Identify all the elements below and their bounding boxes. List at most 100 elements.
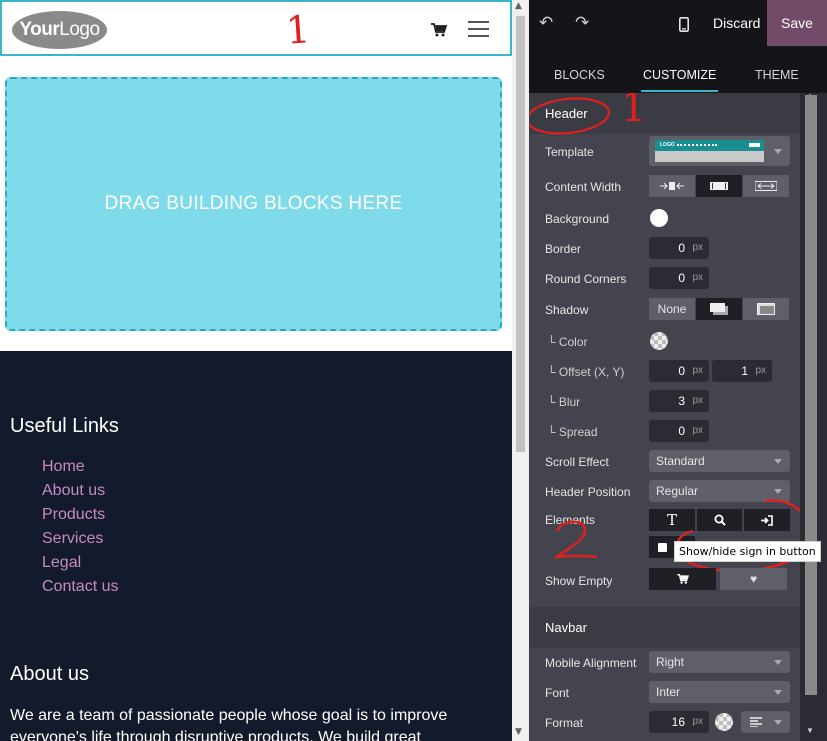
tab-theme[interactable]: THEME (755, 68, 799, 82)
annotation-circle (529, 97, 610, 135)
shadow-spread-input[interactable]: 0 px (649, 420, 709, 442)
customize-options: Header 1 Template LOGO Content Width Bac… (529, 93, 800, 741)
header-position-label: Header Position (545, 485, 631, 499)
show-empty-wishlist-button[interactable]: ♥ (720, 568, 787, 590)
width-full-button[interactable] (743, 175, 789, 197)
font-color-swatch[interactable] (715, 713, 733, 731)
font-label: Font (545, 686, 570, 700)
mobile-alignment-label: Mobile Alignment (545, 656, 637, 670)
shopping-cart-icon[interactable] (431, 23, 447, 37)
save-button[interactable]: Save (767, 0, 827, 46)
editor-tabs: BLOCKS CUSTOMIZE THEME (529, 46, 827, 93)
template-preview: LOGO (655, 140, 764, 162)
drop-zone[interactable]: DRAG BUILDING BLOCKS HERE (5, 77, 502, 331)
content-width-group (649, 175, 790, 197)
template-label: Template (545, 145, 594, 159)
width-small-button[interactable] (649, 175, 695, 197)
footer-link-legal[interactable]: Legal (42, 553, 118, 577)
align-left-icon (750, 717, 762, 727)
editor-topbar: ↶ ↷ Discard Save (529, 0, 827, 46)
width-regular-button[interactable] (696, 175, 742, 197)
tab-customize[interactable]: CUSTOMIZE (640, 68, 719, 92)
shadow-outset-icon (710, 303, 728, 315)
facebook-icon (658, 542, 667, 552)
footer-link-services[interactable]: Services (42, 529, 118, 553)
shadow-blur-input[interactable]: 3 px (649, 390, 709, 412)
footer-link-contact[interactable]: Contact us (42, 577, 118, 601)
shadow-spread-label: └ Spread (547, 425, 598, 439)
shadow-offset-label: └ Offset (X, Y) (547, 365, 625, 379)
sign-in-tooltip: Show/hide sign in button (674, 541, 821, 562)
shadow-offset-x-input[interactable]: 0 px (649, 360, 709, 382)
shadow-blur-label: └ Blur (547, 395, 581, 409)
format-label: Format (545, 716, 584, 730)
shadow-color-label: └ Color (547, 335, 588, 349)
shadow-label: Shadow (545, 303, 589, 317)
undo-icon[interactable]: ↶ (539, 0, 553, 46)
heart-icon: ♥ (749, 572, 758, 586)
editor-panel: ↶ ↷ Discard Save BLOCKS CUSTOMIZE THEME … (529, 0, 827, 741)
show-empty-cart-button[interactable] (649, 568, 716, 590)
site-header[interactable]: YourLogo 1 (0, 0, 512, 56)
shadow-group: None (649, 298, 790, 320)
annotation-number-one: 1 (284, 7, 312, 53)
template-select[interactable]: LOGO (649, 136, 790, 166)
site-logo[interactable]: YourLogo (12, 11, 107, 49)
mobile-phone-icon[interactable] (679, 0, 691, 46)
scroll-effect-label: Scroll Effect (545, 455, 609, 469)
text-align-select[interactable] (741, 711, 790, 733)
annotation-number-two (552, 520, 598, 559)
chevron-down-icon (774, 720, 782, 725)
preview-scroll-thumb[interactable] (516, 16, 525, 452)
preview-scrollbar[interactable]: ▲ ▼ (512, 0, 529, 741)
chevron-down-icon (774, 149, 782, 154)
tab-blocks[interactable]: BLOCKS (554, 68, 605, 82)
about-us-text: We are a team of passionate people whose… (10, 707, 448, 741)
hamburger-menu-icon[interactable] (468, 21, 489, 39)
border-label: Border (545, 242, 582, 256)
scroll-down-arrow-icon[interactable]: ▼ (515, 727, 522, 737)
round-corners-label: Round Corners (545, 272, 627, 286)
round-corners-input[interactable]: 0 px (649, 267, 709, 289)
useful-links-list: Home About us Products Services Legal Co… (42, 457, 118, 601)
annotation-circle-sign-in (675, 499, 800, 573)
shadow-inset-button[interactable] (743, 298, 789, 320)
annotation-number-one-panel: 1 (621, 93, 647, 131)
scroll-down-arrow-icon[interactable]: ▼ (806, 726, 814, 735)
mobile-alignment-select[interactable]: Right (649, 651, 790, 673)
site-footer: Useful Links Home About us Products Serv… (0, 351, 512, 741)
chevron-down-icon (774, 660, 782, 665)
panel-scrollbar[interactable]: ▲ ▼ (800, 91, 827, 741)
width-narrow-icon (660, 182, 684, 190)
chevron-down-icon (774, 690, 782, 695)
scroll-up-arrow-icon[interactable]: ▲ (515, 1, 522, 11)
logo-bold-text: Your (19, 19, 60, 40)
width-full-icon (755, 181, 777, 191)
scroll-effect-select[interactable]: Standard (649, 450, 790, 472)
border-input[interactable]: 0 px (649, 237, 709, 259)
shadow-inset-icon (757, 303, 775, 315)
footer-link-home[interactable]: Home (42, 457, 118, 481)
navbar-section-head: Navbar (529, 607, 800, 648)
font-size-input[interactable]: 16 px (649, 711, 709, 733)
about-us-title: About us (10, 663, 89, 685)
show-empty-group: ♥ (649, 568, 788, 590)
background-color-swatch[interactable] (650, 209, 668, 227)
footer-link-products[interactable]: Products (42, 505, 118, 529)
website-preview: YourLogo 1 DRAG BUILDING BLOCKS HERE Use… (0, 0, 512, 741)
content-width-label: Content Width (545, 180, 622, 194)
shadow-none-button[interactable]: None (649, 298, 695, 320)
drop-zone-text: DRAG BUILDING BLOCKS HERE (104, 193, 403, 214)
chevron-down-icon (774, 489, 782, 494)
shadow-outset-button[interactable] (696, 298, 742, 320)
navbar-section-title: Navbar (545, 620, 587, 635)
shadow-color-swatch[interactable] (650, 332, 668, 350)
discard-button[interactable]: Discard (713, 0, 760, 46)
panel-scroll-thumb[interactable] (805, 95, 817, 695)
redo-icon[interactable]: ↷ (575, 0, 589, 46)
useful-links-title: Useful Links (10, 415, 119, 437)
footer-link-about[interactable]: About us (42, 481, 118, 505)
shadow-offset-y-input[interactable]: 1 px (712, 360, 772, 382)
font-select[interactable]: Inter (649, 681, 790, 703)
show-empty-label: Show Empty (545, 574, 613, 588)
